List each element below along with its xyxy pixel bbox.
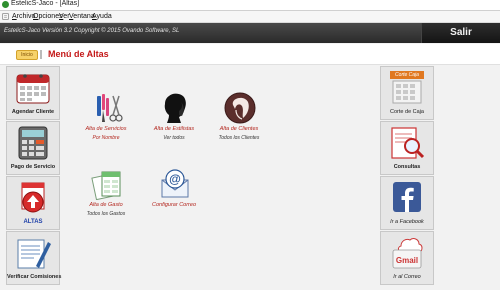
calendar-icon: [16, 74, 50, 104]
document-icon: [2, 13, 9, 20]
menu-ver[interactable]: Ver: [59, 11, 70, 22]
facebook-label: Ir a Facebook: [390, 219, 424, 225]
service-payment-tile[interactable]: Pago de Servicio: [6, 121, 60, 175]
title-bar: EstelicS-Jaco - [Altas]: [0, 0, 500, 11]
divider: [40, 50, 42, 59]
menu-archivo[interactable]: Archivo: [12, 11, 35, 22]
queries-tile[interactable]: Consultas: [380, 121, 434, 175]
configure-email-option[interactable]: @ Configurar Correo: [144, 168, 204, 230]
add-stylists-sub[interactable]: Ver todos: [138, 135, 210, 142]
add-expense-option[interactable]: Alta de Gasto Todos los Gastos: [76, 168, 136, 230]
add-expense-sub[interactable]: Todos los Gastos: [70, 211, 142, 218]
menu-bar: Archivo Opciones Ver Ventana Ayuda: [0, 11, 500, 23]
service-payment-label: Pago de Servicio: [10, 164, 56, 170]
configure-email-label: Configurar Correo: [151, 202, 197, 208]
salon-tools-icon: [97, 94, 123, 122]
schedule-client-tile[interactable]: Agendar Cliente: [6, 66, 60, 120]
exit-label: Salir: [450, 27, 472, 38]
facebook-icon: [393, 182, 421, 212]
add-services-label: Alta de Servicios: [85, 126, 127, 132]
menu-ventana[interactable]: Ventana: [69, 11, 95, 22]
home-button[interactable]: Inicio: [16, 50, 38, 60]
add-services-option[interactable]: Alta de Servicios Por Nombre: [76, 92, 136, 154]
mail-label: Ir al Correo: [393, 274, 421, 280]
gmail-icon: Gmail: [392, 238, 423, 269]
altas-label: ALTAS: [23, 219, 43, 225]
window-title: EstelicS-Jaco - [Altas]: [11, 0, 80, 7]
altas-tile[interactable]: ALTAS: [6, 176, 60, 230]
add-clients-label: Alta de Clientes: [219, 126, 259, 132]
svg-text:@: @: [169, 172, 181, 186]
add-clients-sub[interactable]: Todos los Clientes: [203, 135, 275, 142]
page-title: Menú de Altas: [48, 49, 109, 59]
expense-documents-icon: [91, 171, 121, 200]
version-text: EstelicS-Jaco Versión 3.2 Copyright © 20…: [4, 28, 180, 34]
magnifier-icon: [391, 127, 425, 159]
app-header: EstelicS-Jaco Versión 3.2 Copyright © 20…: [0, 23, 500, 43]
facebook-tile[interactable]: Ir a Facebook: [380, 176, 434, 230]
email-config-icon: @: [161, 169, 189, 198]
svg-text:Gmail: Gmail: [396, 256, 418, 265]
schedule-client-label: Agendar Cliente: [11, 109, 55, 115]
add-stylists-label: Alta de Estilistas: [153, 126, 195, 132]
verify-commissions-label: Verificar Comisiones: [7, 274, 62, 280]
cash-cut-banner: Corte Caja: [395, 72, 419, 78]
home-label: Inicio: [21, 52, 33, 58]
stylist-silhouette-icon: [164, 93, 186, 123]
exit-button[interactable]: Salir: [421, 23, 500, 43]
queries-label: Consultas: [393, 164, 421, 170]
add-clients-option[interactable]: Alta de Clientes Todos los Clientes: [209, 92, 269, 154]
app-icon: [2, 1, 9, 8]
verify-commissions-tile[interactable]: Verificar Comisiones: [6, 231, 62, 285]
add-stylists-option[interactable]: Alta de Estilistas Ver todos: [144, 92, 204, 154]
mail-tile[interactable]: Gmail Ir al Correo: [380, 231, 434, 285]
cash-cut-label: Corte de Caja: [390, 109, 424, 115]
client-portrait-icon: [224, 92, 256, 124]
add-expense-label: Alta de Gasto: [89, 202, 123, 208]
section-header: Inicio Menú de Altas: [0, 44, 500, 65]
cash-cut-tile[interactable]: Corte Caja Corte de Caja: [380, 66, 434, 120]
upload-arrow-icon: [21, 182, 45, 213]
menu-ayuda[interactable]: Ayuda: [92, 11, 112, 22]
document-pen-icon: [17, 239, 51, 269]
add-services-sub[interactable]: Por Nombre: [70, 135, 142, 142]
calculator-icon: [18, 126, 48, 160]
